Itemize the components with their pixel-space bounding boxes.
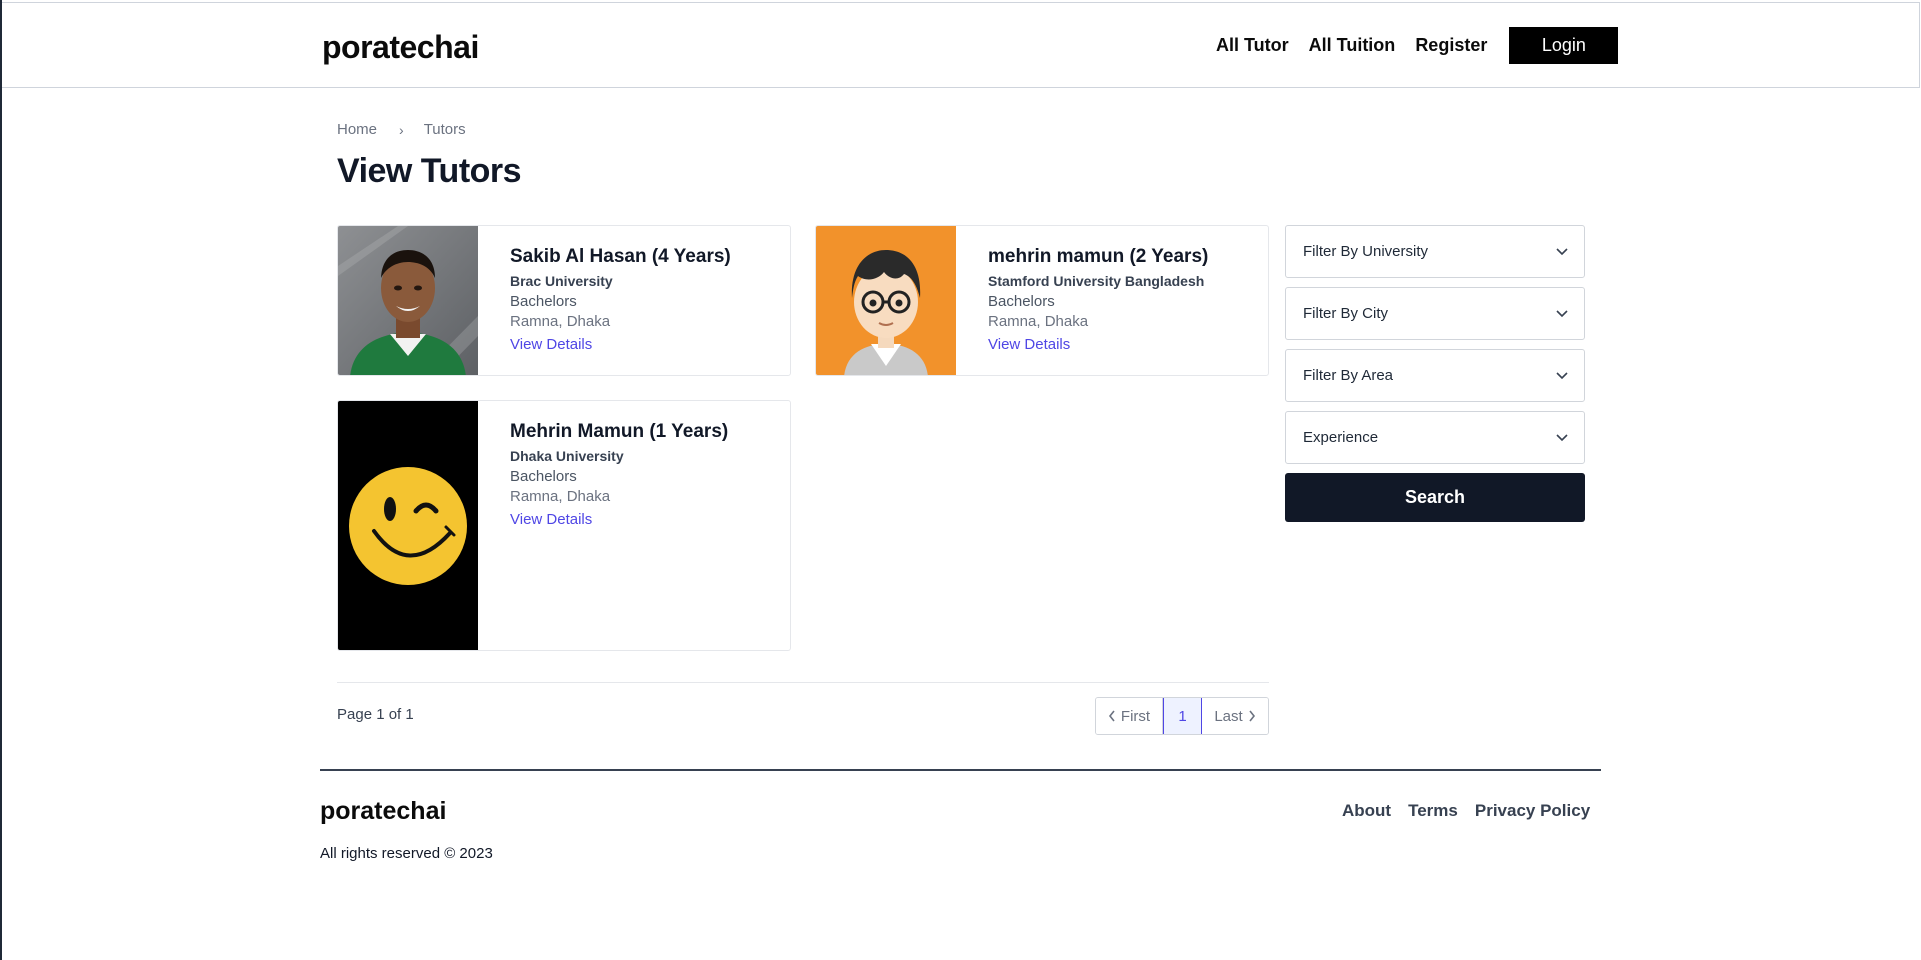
tutor-university: Dhaka University [510,448,624,464]
filter-area-label: Filter By Area [1303,367,1394,384]
tutor-name: Mehrin Mamun (1 Years) [510,421,729,442]
page-frame [0,0,1921,960]
smiley-face-icon [338,401,478,650]
tutor-info: Sakib Al Hasan (4 Years) Brac University… [510,246,731,354]
chevron-down-icon [1556,371,1568,379]
footer-links: About Terms Privacy Policy [1342,801,1590,821]
filter-experience-label: Experience [1303,429,1379,446]
nav-all-tuition[interactable]: All Tuition [1309,35,1396,56]
tutor-name: Sakib Al Hasan (4 Years) [510,246,731,267]
view-details-link[interactable]: View Details [510,511,592,528]
tutor-degree: Bachelors [510,468,577,485]
nav-register[interactable]: Register [1415,35,1487,56]
breadcrumb-home[interactable]: Home [337,121,377,138]
footer-divider [320,769,1601,771]
pagination-last-label: Last [1214,707,1243,725]
chevron-down-icon [1556,247,1568,255]
tutor-location: Ramna, Dhaka [510,488,611,505]
pagination: First 1 Last [1095,697,1269,735]
tutor-card: mehrin mamun (2 Years) Stamford Universi… [815,225,1269,376]
copyright-text: All rights reserved © 2023 [320,845,493,862]
top-header: poratechai All Tutor All Tuition Registe… [2,2,1920,88]
filter-area-select[interactable]: Filter By Area [1285,349,1585,402]
breadcrumb: Home › Tutors [337,121,466,138]
tutor-university: Brac University [510,273,613,289]
search-button[interactable]: Search [1285,473,1585,522]
cartoon-avatar-icon [816,226,956,375]
tutor-card: Mehrin Mamun (1 Years) Dhaka University … [337,400,791,651]
footer-link-terms[interactable]: Terms [1408,801,1458,821]
tutor-location: Ramna, Dhaka [988,313,1089,330]
tutor-name: mehrin mamun (2 Years) [988,246,1209,267]
page-info: Page 1 of 1 [337,706,414,723]
filter-university-select[interactable]: Filter By University [1285,225,1585,278]
tutor-photo [338,401,478,650]
login-button[interactable]: Login [1509,27,1619,64]
footer-link-privacy[interactable]: Privacy Policy [1475,801,1590,821]
page-title: View Tutors [337,152,522,190]
chevron-right-icon: › [399,121,404,138]
tutor-photo [338,226,478,375]
breadcrumb-current: Tutors [423,121,466,138]
tutor-location: Ramna, Dhaka [510,313,611,330]
view-details-link[interactable]: View Details [510,336,592,353]
nav-all-tutor[interactable]: All Tutor [1216,35,1289,56]
tutor-degree: Bachelors [510,293,577,310]
pagination-last[interactable]: Last [1202,698,1268,734]
brand-logo[interactable]: poratechai [322,29,479,66]
filter-city-select[interactable]: Filter By City [1285,287,1585,340]
footer-link-about[interactable]: About [1342,801,1391,821]
footer-brand[interactable]: poratechai [320,797,446,826]
pagination-divider [337,682,1269,683]
chevron-right-icon [1249,710,1255,722]
main-nav: All Tutor All Tuition Register Login [1216,27,1619,64]
pagination-page-1[interactable]: 1 [1163,698,1202,734]
tutor-degree: Bachelors [988,293,1055,310]
chevron-left-icon [1108,710,1115,722]
filter-university-label: Filter By University [1303,243,1429,260]
pagination-first[interactable]: First [1096,698,1163,734]
tutor-photo [816,226,956,375]
chevron-down-icon [1556,433,1568,441]
tutor-info: Mehrin Mamun (1 Years) Dhaka University … [510,421,728,529]
portrait-photo-icon [338,226,478,375]
tutor-info: mehrin mamun (2 Years) Stamford Universi… [988,246,1208,354]
tutor-university: Stamford University Bangladesh [988,273,1205,289]
filter-city-label: Filter By City [1303,305,1389,322]
filter-experience-select[interactable]: Experience [1285,411,1585,464]
view-details-link[interactable]: View Details [988,336,1070,353]
chevron-down-icon [1556,309,1568,317]
tutor-card: Sakib Al Hasan (4 Years) Brac University… [337,225,791,376]
pagination-first-label: First [1120,707,1151,725]
